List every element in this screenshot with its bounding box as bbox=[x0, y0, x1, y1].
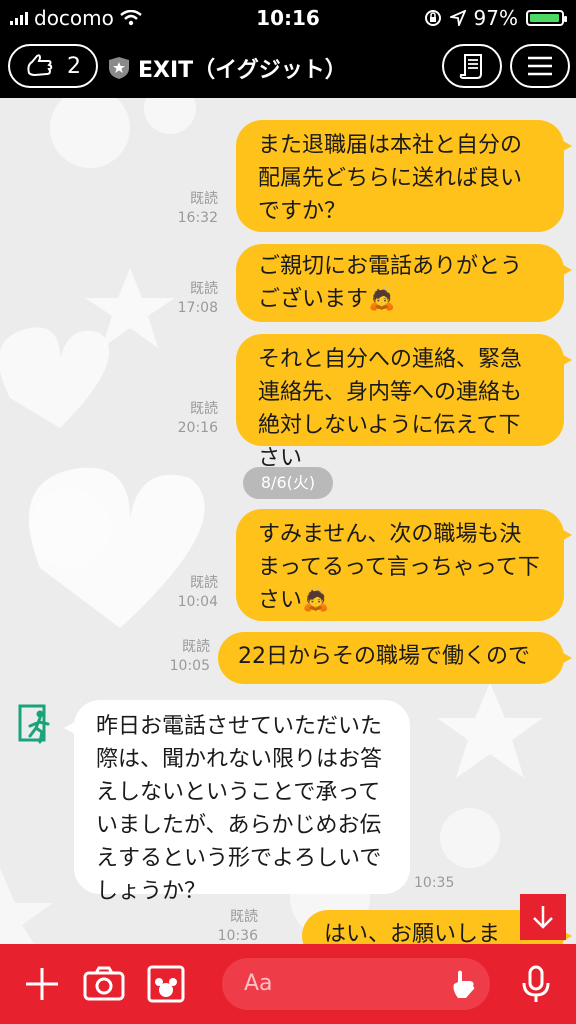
message-time: 20:16 bbox=[177, 420, 218, 436]
bowing-emoji: 🙇 bbox=[302, 588, 330, 613]
message-text: はい、お願いします！ bbox=[324, 922, 501, 944]
message-bubble-incoming[interactable]: 昨日お電話させていただいた際は、聞かれない限りはお答えしないということで承ってい… bbox=[64, 700, 410, 904]
date-separator: 8/6(火) bbox=[243, 467, 333, 499]
message-time: 10:35 bbox=[414, 875, 455, 891]
message-time: 10:04 bbox=[177, 594, 218, 610]
message-text: すみません、次の職場も決まってるって言っちゃって下さい bbox=[258, 522, 540, 613]
message-meta: 既読 10:36 bbox=[208, 908, 258, 944]
location-icon bbox=[449, 10, 466, 26]
notes-button[interactable] bbox=[442, 44, 502, 88]
message-text: また退職届は本社と自分の配属先どちらに送れば良いですか？ bbox=[258, 133, 523, 224]
menu-icon bbox=[528, 56, 552, 76]
message-bubble-outgoing[interactable]: ご親切にお電話ありがとうございます🙇 bbox=[236, 244, 572, 322]
message-text: 22日からその職場で働くので bbox=[238, 644, 530, 669]
message-meta: 既読 10:04 bbox=[168, 574, 218, 612]
scroll-to-bottom-button[interactable] bbox=[520, 894, 566, 940]
camera-icon[interactable] bbox=[82, 964, 126, 1004]
sticker-hand-icon[interactable] bbox=[448, 968, 478, 1000]
chat-title: EXIT（イグジット） bbox=[138, 58, 347, 83]
status-right: 97% bbox=[424, 6, 567, 30]
battery-percent: 97% bbox=[473, 6, 518, 30]
read-status: 既読 bbox=[190, 281, 218, 297]
microphone-icon[interactable] bbox=[516, 964, 556, 1004]
friends-button[interactable]: 2 bbox=[8, 44, 98, 88]
message-meta: 既読 16:32 bbox=[168, 190, 218, 228]
chat-header: 2 EXIT（イグジット） bbox=[0, 36, 576, 98]
read-status: 既読 bbox=[190, 191, 218, 207]
message-bubble-outgoing[interactable]: すみません、次の職場も決まってるって言っちゃって下さい🙇 bbox=[236, 509, 572, 621]
friends-count: 2 bbox=[67, 53, 81, 79]
message-meta: 既読 10:05 bbox=[160, 638, 210, 676]
chat-area[interactable]: 既読 16:32 また退職届は本社と自分の配属先どちらに送れば良いですか？ 既読… bbox=[0, 98, 576, 944]
read-status: 既読 bbox=[230, 909, 258, 925]
read-status: 既読 bbox=[190, 401, 218, 417]
arrow-down-icon bbox=[533, 906, 553, 929]
exit-avatar-icon[interactable] bbox=[16, 702, 60, 746]
message-time: 17:08 bbox=[177, 300, 218, 316]
message-bubble-outgoing[interactable]: それと自分への連絡、緊急連絡先、身内等への連絡も絶対しないように伝えて下さい bbox=[236, 334, 572, 471]
menu-button[interactable] bbox=[510, 44, 570, 88]
message-input-placeholder: Aa bbox=[244, 971, 273, 996]
bowing-emoji: 🙇 bbox=[368, 287, 396, 312]
read-status: 既読 bbox=[182, 639, 210, 655]
notes-icon bbox=[459, 54, 482, 79]
message-time: 10:05 bbox=[169, 658, 210, 674]
battery-fill bbox=[530, 14, 559, 22]
message-meta: 既読 20:16 bbox=[168, 400, 218, 438]
hand-icon bbox=[27, 54, 53, 77]
message-input-bar: Aa bbox=[0, 944, 576, 1024]
battery-icon bbox=[526, 10, 567, 26]
message-text: 昨日お電話させていただいた際は、聞かれない限りはお答えしないということで承ってい… bbox=[96, 714, 383, 904]
rotation-lock-icon bbox=[424, 10, 441, 26]
message-meta: 既読 17:08 bbox=[168, 280, 218, 318]
read-status: 既読 bbox=[190, 575, 218, 591]
gallery-icon[interactable] bbox=[146, 964, 186, 1004]
status-bar: docomo 10:16 97% bbox=[0, 0, 576, 36]
message-input[interactable]: Aa bbox=[222, 958, 490, 1010]
message-bubble-outgoing[interactable]: 22日からその職場で働くので bbox=[218, 632, 572, 684]
message-time: 10:36 bbox=[217, 928, 258, 944]
plus-icon[interactable] bbox=[22, 964, 62, 1004]
message-time: 16:32 bbox=[177, 210, 218, 226]
message-bubble-outgoing[interactable]: また退職届は本社と自分の配属先どちらに送れば良いですか？ bbox=[236, 120, 572, 232]
chat-title-group[interactable]: EXIT（イグジット） bbox=[108, 52, 347, 84]
official-shield-icon bbox=[109, 57, 129, 79]
